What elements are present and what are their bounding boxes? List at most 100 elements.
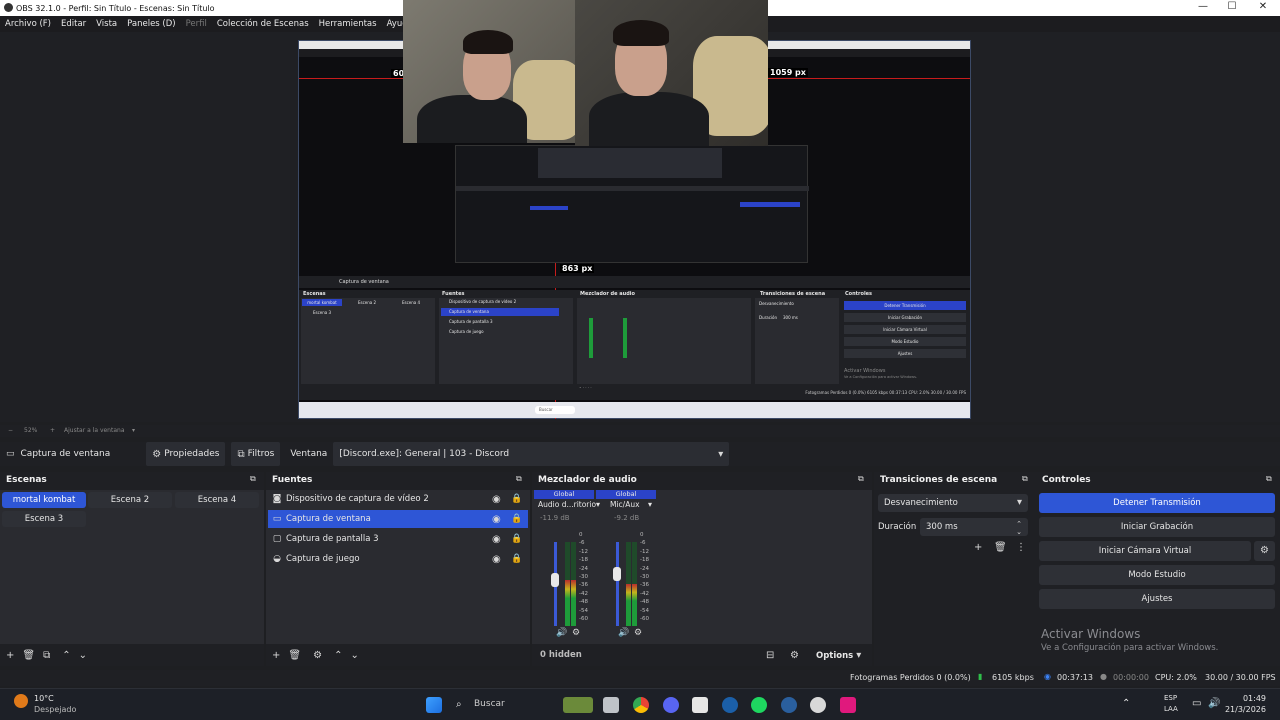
spin-down-icon[interactable]: ⌄ [1016,523,1022,541]
gear-icon[interactable]: ⚙ [313,650,322,661]
close-button[interactable]: ✕ [1248,1,1278,12]
transition-select[interactable]: Desvanecimiento ▾ [878,494,1028,512]
add-icon[interactable]: + [974,542,982,553]
duration-spinbox[interactable]: 300 ms ⌃ ⌄ [920,518,1028,536]
mixer-options-button[interactable]: Options ▾ [816,650,861,661]
weather-temp[interactable]: 10°C [34,694,54,703]
more-icon[interactable]: ⋮ [1016,542,1026,553]
gear-icon[interactable]: ⚙ [634,628,642,638]
zoom-level[interactable]: 52% [24,427,37,434]
language-secondary[interactable]: LAA [1164,705,1178,713]
mixer-channel-1-menu-icon[interactable]: ▾ [596,500,600,509]
settings-icon[interactable]: ⚙ [790,650,799,661]
mixer-channel-2-menu-icon[interactable]: ▾ [648,500,652,509]
menu-paneles[interactable]: Paneles (D) [127,19,175,29]
scene-item-escena-4[interactable]: Escena 4 [175,492,259,508]
properties-button[interactable]: ⚙ Propiedades [146,442,226,466]
undock-icon[interactable]: ⧉ [250,474,256,484]
trash-icon[interactable]: 🗑 [288,650,301,661]
tray-chevron-icon[interactable]: ⌃ [1122,698,1130,709]
scene-item-escena-2[interactable]: Escena 2 [88,492,172,508]
weather-desc[interactable]: Despejado [34,705,76,714]
mixer-channel-2-volume-knob[interactable] [613,566,621,581]
source-item-video-capture[interactable]: ◙ Dispositivo de captura de vídeo 2 ◉ 🔒 [268,490,528,508]
discord-icon[interactable] [663,697,679,713]
fit-to-window[interactable]: Ajustar a la ventana [64,427,125,434]
filters-button[interactable]: ⧉ Filtros [231,442,281,466]
source-item-game-capture[interactable]: ◒ Captura de juego ◉ 🔒 [268,550,528,568]
task-view-icon[interactable] [603,697,619,713]
taskbar-search[interactable]: Buscar [474,699,505,709]
clock-date[interactable]: 21/3/2026 [1222,705,1266,714]
layout-toggle-icon[interactable]: ⊟ [766,650,774,661]
scene-item-escena-3[interactable]: Escena 3 [2,511,86,527]
eye-icon[interactable]: ◉ [492,554,501,565]
zoom-dropdown-icon[interactable]: ▾ [132,427,135,434]
volume-icon[interactable]: 🔊 [1208,698,1220,709]
speaker-icon[interactable]: 🔊 [618,628,629,638]
scene-item-mortal-kombat[interactable]: mortal kombat [2,492,86,508]
mixer-channel-2-volume-slider[interactable] [616,542,619,626]
move-up-icon[interactable]: ⌃ [334,650,342,661]
maximize-button[interactable]: ☐ [1217,1,1247,12]
stop-streaming-button[interactable]: Detener Transmisión [1039,493,1275,513]
speaker-icon[interactable]: 🔊 [556,628,567,638]
app-pink-icon[interactable] [840,697,856,713]
studio-mode-button[interactable]: Modo Estudio [1039,565,1275,585]
network-icon[interactable]: ▭ [1192,698,1201,709]
menu-vista[interactable]: Vista [96,19,117,29]
widgets-icon[interactable] [563,697,593,713]
trash-icon[interactable]: 🗑 [22,650,35,661]
move-down-icon[interactable]: ⌄ [79,650,87,661]
eye-icon[interactable]: ◉ [492,494,501,505]
undock-icon[interactable]: ⧉ [858,474,864,484]
clock-time[interactable]: 01:49 [1222,694,1266,703]
menu-herramientas[interactable]: Herramientas [319,19,377,29]
start-virtual-camera-button[interactable]: Iniciar Cámara Virtual [1039,541,1251,561]
lock-icon[interactable]: 🔒 [511,494,522,504]
add-icon[interactable]: + [272,650,280,661]
language-primary[interactable]: ESP [1164,694,1177,702]
menu-coleccion-escenas[interactable]: Colección de Escenas [217,19,309,29]
source-item-window-capture[interactable]: ▭ Captura de ventana ◉ 🔒 [268,510,528,528]
undock-icon[interactable]: ⧉ [1266,474,1272,484]
lock-icon[interactable]: 🔒 [511,554,522,564]
windows-start-icon[interactable] [426,697,442,713]
weather-icon[interactable] [14,694,28,708]
gear-icon[interactable]: ⚙ [572,628,580,638]
undock-icon[interactable]: ⧉ [1022,474,1028,484]
obs-icon[interactable] [810,697,826,713]
minimize-button[interactable]: — [1188,1,1218,12]
virtual-camera-settings-button[interactable]: ⚙ [1254,541,1275,561]
menu-archivo[interactable]: Archivo (F) [5,19,51,29]
move-down-icon[interactable]: ⌄ [350,650,358,661]
eye-icon[interactable]: ◉ [492,514,501,525]
cpu-usage: CPU: 2.0% [1155,673,1197,682]
trash-icon[interactable]: 🗑 [994,542,1007,553]
menu-editar[interactable]: Editar [61,19,86,29]
add-icon[interactable]: + [6,650,14,661]
mixer-channel-2-db: -9.2 dB [614,514,640,522]
undock-icon[interactable]: ⧉ [516,474,522,484]
steam-alt-icon[interactable] [781,697,797,713]
filter-icon[interactable]: ⧉ [43,650,50,661]
settings-button[interactable]: Ajustes [1039,589,1275,609]
lock-icon[interactable]: 🔒 [511,534,522,544]
steam-icon[interactable] [722,697,738,713]
chrome-icon[interactable] [633,697,649,713]
mixer-channel-1-volume-knob[interactable] [551,572,559,587]
mixer-hidden-count[interactable]: 0 hidden [540,650,582,660]
source-label: Captura de juego [286,554,360,564]
move-up-icon[interactable]: ⌃ [62,650,70,661]
eye-icon[interactable]: ◉ [492,534,501,545]
zoom-in-button[interactable]: + [50,427,55,434]
zoom-out-button[interactable]: − [8,427,13,434]
menu-perfil[interactable]: Perfil [186,19,207,29]
app-icon[interactable] [692,697,708,713]
window-select[interactable]: [Discord.exe]: General | 103 - Discord ▾ [333,442,730,466]
spotify-icon[interactable] [751,697,767,713]
start-recording-button[interactable]: Iniciar Grabación [1039,517,1275,537]
lock-icon[interactable]: 🔒 [511,514,522,524]
source-item-screen-capture[interactable]: ▢ Captura de pantalla 3 ◉ 🔒 [268,530,528,548]
webcam-feed-1 [403,0,575,143]
